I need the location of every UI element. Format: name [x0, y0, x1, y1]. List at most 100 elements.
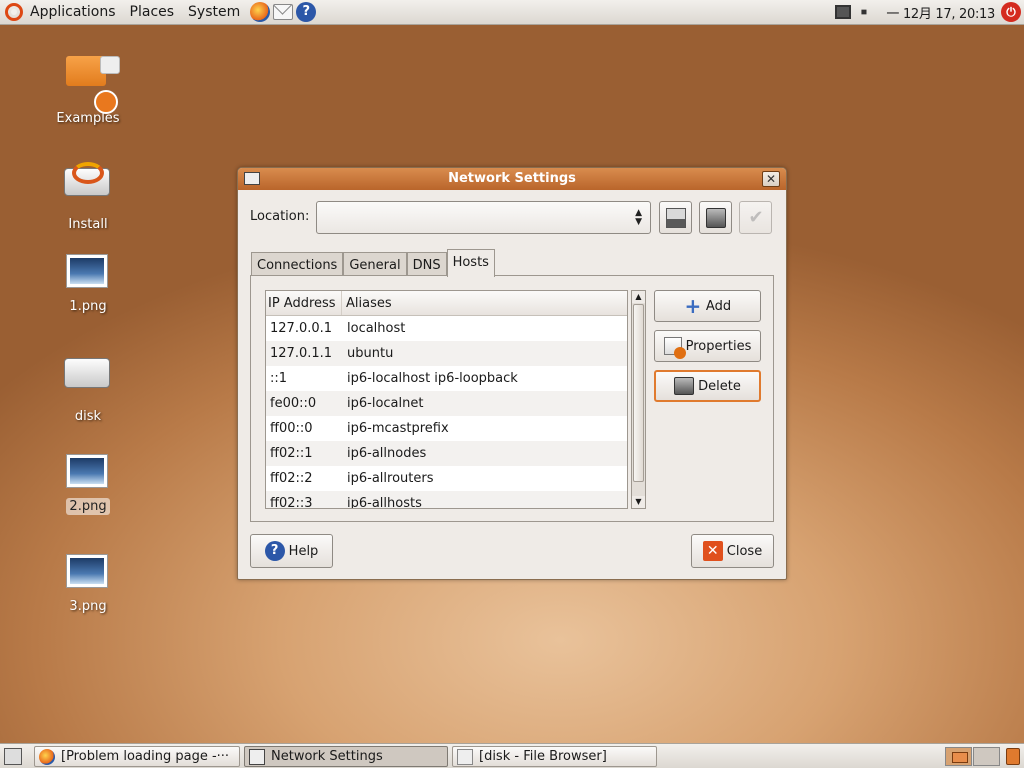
- desktop-icon-3png[interactable]: 3.png: [38, 550, 138, 615]
- desktop-icon-disk[interactable]: disk: [38, 340, 138, 425]
- table-row[interactable]: 127.0.0.1 localhost: [266, 316, 627, 341]
- taskbar-item-file-browser[interactable]: [disk - File Browser]: [452, 746, 657, 767]
- hosts-tab-panel: IP Address Aliases 127.0.0.1 localhost 1…: [250, 275, 774, 522]
- clock[interactable]: 一 12月 17, 20:13: [880, 3, 1001, 22]
- link-badge-icon: [100, 56, 120, 74]
- workspace-1[interactable]: [945, 747, 972, 766]
- desktop-icon-label: disk: [74, 409, 102, 424]
- table-row[interactable]: 127.0.1.1 ubuntu: [266, 341, 627, 366]
- taskbar-item-firefox[interactable]: [Problem loading page -···: [34, 746, 240, 767]
- tab-hosts[interactable]: Hosts: [446, 249, 495, 277]
- trash-icon[interactable]: [1006, 748, 1020, 765]
- floppy-save-icon: [666, 208, 686, 228]
- hosts-list-scrollbar[interactable]: ▲ ▼: [631, 290, 646, 509]
- workspace-2[interactable]: [973, 747, 1000, 766]
- close-icon: ✕: [702, 541, 723, 561]
- scrollbar-thumb[interactable]: [633, 304, 644, 482]
- window-titlebar[interactable]: Network Settings ✕: [238, 168, 786, 190]
- host-ip: 127.0.0.1: [270, 321, 333, 336]
- tab-general[interactable]: General: [343, 252, 407, 276]
- help-button[interactable]: ? Help: [250, 534, 333, 568]
- top-panel: Applications Places System ? 一 12月 17, 2…: [0, 0, 1024, 25]
- table-row[interactable]: ff02::1 ip6-allnodes: [266, 441, 627, 466]
- taskbar-item-label: [disk - File Browser]: [479, 749, 607, 764]
- help-icon: ?: [264, 541, 285, 561]
- properties-label: Properties: [685, 338, 752, 354]
- tab-connections[interactable]: Connections: [251, 252, 344, 276]
- taskbar-item-label: [Problem loading page -···: [61, 749, 230, 764]
- image-thumbnail-icon: [66, 454, 108, 488]
- hosts-list[interactable]: IP Address Aliases 127.0.0.1 localhost 1…: [265, 290, 628, 509]
- close-button[interactable]: ✕ Close: [691, 534, 774, 568]
- host-ip: ff02::2: [270, 471, 313, 486]
- close-label: Close: [726, 543, 763, 559]
- add-label: Add: [705, 298, 732, 314]
- show-desktop-icon[interactable]: [4, 748, 22, 765]
- location-combobox[interactable]: ▲ ▼: [316, 201, 651, 234]
- column-header-ip-address[interactable]: IP Address: [266, 291, 342, 315]
- network-monitor-icon[interactable]: [835, 5, 852, 19]
- desktop-icon-2png[interactable]: 2.png: [38, 450, 138, 515]
- checkmark-icon: ✔: [748, 207, 764, 228]
- combo-arrow-icon: ▲ ▼: [635, 208, 642, 227]
- delete-icon: [674, 377, 695, 395]
- power-icon[interactable]: ⏻: [1001, 2, 1021, 22]
- host-aliases: ubuntu: [347, 346, 394, 361]
- install-swirl-icon: [72, 162, 104, 184]
- mail-launcher-icon[interactable]: [273, 4, 294, 20]
- ubuntu-logo-icon[interactable]: [5, 3, 23, 21]
- desktop-icon-label: Install: [68, 217, 108, 232]
- firefox-launcher-icon[interactable]: [250, 2, 271, 22]
- menu-system[interactable]: System: [181, 0, 247, 25]
- help-label: Help: [288, 543, 319, 559]
- host-ip: 127.0.1.1: [270, 346, 333, 361]
- tab-bar: Connections General DNS Hosts: [251, 249, 495, 277]
- table-row[interactable]: ::1 ip6-localhost ip6-loopback: [266, 366, 627, 391]
- desktop-icon-install[interactable]: Install: [38, 150, 138, 233]
- host-aliases: ip6-allrouters: [347, 471, 434, 486]
- host-ip: fe00::0: [270, 396, 317, 411]
- window-close-button[interactable]: ✕: [762, 171, 780, 187]
- delete-host-button[interactable]: Delete: [654, 370, 761, 402]
- image-thumbnail-icon: [66, 554, 108, 588]
- drive-icon: [457, 748, 473, 765]
- save-location-button[interactable]: [659, 201, 692, 234]
- drive-icon: [64, 358, 110, 388]
- host-aliases: ip6-localhost ip6-loopback: [347, 371, 518, 386]
- desktop-icon-label: Examples: [56, 111, 120, 126]
- help-launcher-icon[interactable]: ?: [296, 2, 317, 22]
- firefox-icon: [39, 748, 55, 765]
- scroll-up-arrow-icon[interactable]: ▲: [632, 291, 645, 303]
- properties-icon: [663, 337, 686, 359]
- table-row[interactable]: fe00::0 ip6-localnet: [266, 391, 627, 416]
- host-aliases: localhost: [347, 321, 406, 336]
- table-row[interactable]: ff02::2 ip6-allrouters: [266, 466, 627, 491]
- window-title: Network Settings: [448, 171, 576, 186]
- taskbar-item-label: Network Settings: [271, 749, 383, 764]
- delete-label: Delete: [698, 378, 741, 394]
- host-aliases: ip6-localnet: [347, 396, 424, 411]
- network-icon: [249, 748, 265, 765]
- delete-location-icon: [706, 208, 726, 228]
- system-tray: 一 12月 17, 20:13 ⏻: [830, 0, 1024, 25]
- column-header-aliases[interactable]: Aliases: [342, 291, 392, 315]
- add-host-button[interactable]: + Add: [654, 290, 761, 322]
- apply-location-button[interactable]: ✔: [739, 201, 772, 234]
- delete-location-button[interactable]: [699, 201, 732, 234]
- host-ip: ff02::1: [270, 446, 313, 461]
- desktop-icon-examples[interactable]: Examples: [38, 38, 138, 126]
- list-header: IP Address Aliases: [266, 291, 627, 316]
- location-label: Location:: [250, 209, 310, 224]
- host-aliases: ip6-allnodes: [347, 446, 427, 461]
- desktop-icon-1png[interactable]: 1.png: [38, 250, 138, 315]
- table-row[interactable]: ff00::0 ip6-mcastprefix: [266, 416, 627, 441]
- table-row[interactable]: ff02::3 ip6-allhosts: [266, 491, 627, 509]
- menu-places[interactable]: Places: [123, 0, 182, 25]
- scroll-down-arrow-icon[interactable]: ▼: [632, 496, 645, 508]
- menu-applications[interactable]: Applications: [23, 0, 123, 25]
- volume-icon[interactable]: [861, 6, 876, 18]
- tab-dns[interactable]: DNS: [406, 252, 447, 276]
- host-ip: ff02::3: [270, 496, 313, 509]
- host-properties-button[interactable]: Properties: [654, 330, 761, 362]
- taskbar-item-network-settings[interactable]: Network Settings: [244, 746, 448, 767]
